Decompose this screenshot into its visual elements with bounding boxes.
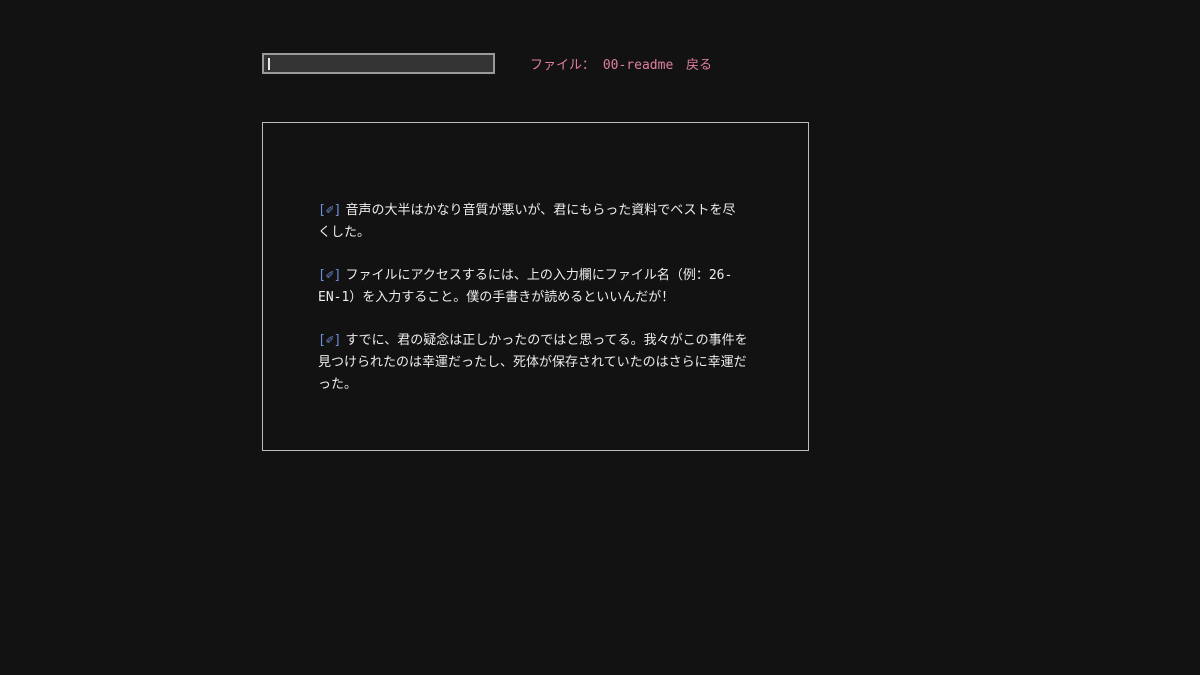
message-item: [✐] すでに、君の疑念は正しかったのではと思ってる。我々がこの事件を見つけられた… [318, 330, 748, 396]
back-button[interactable]: 戻る [686, 57, 712, 75]
note-icon: [✐] [318, 333, 342, 348]
note-icon: [✐] [318, 268, 342, 283]
message-text: ファイルにアクセスするには、上の入力欄にファイル名（例：26-EN-1）を入力す… [318, 268, 733, 305]
message-text: 音声の大半はかなり音質が悪いが、君にもらった資料でベストを尽くした。 [318, 203, 736, 240]
message-item: [✐] 音声の大半はかなり音質が悪いが、君にもらった資料でベストを尽くした。 [318, 200, 748, 244]
text-caret [268, 58, 270, 70]
message-list: [✐] 音声の大半はかなり音質が悪いが、君にもらった資料でベストを尽くした。 [✐… [318, 200, 748, 417]
current-file-label: ファイル： 00-readme [530, 58, 674, 73]
file-name-input[interactable] [262, 53, 495, 74]
message-item: [✐] ファイルにアクセスするには、上の入力欄にファイル名（例：26-EN-1）を… [318, 265, 748, 309]
note-icon: [✐] [318, 203, 342, 218]
app-screen: ファイル： 00-readme 戻る [✐] 音声の大半はかなり音質が悪いが、君に… [0, 0, 1200, 675]
readme-panel: [✐] 音声の大半はかなり音質が悪いが、君にもらった資料でベストを尽くした。 [✐… [262, 122, 809, 451]
message-text: すでに、君の疑念は正しかったのではと思ってる。我々がこの事件を見つけられたのは幸… [318, 333, 748, 392]
